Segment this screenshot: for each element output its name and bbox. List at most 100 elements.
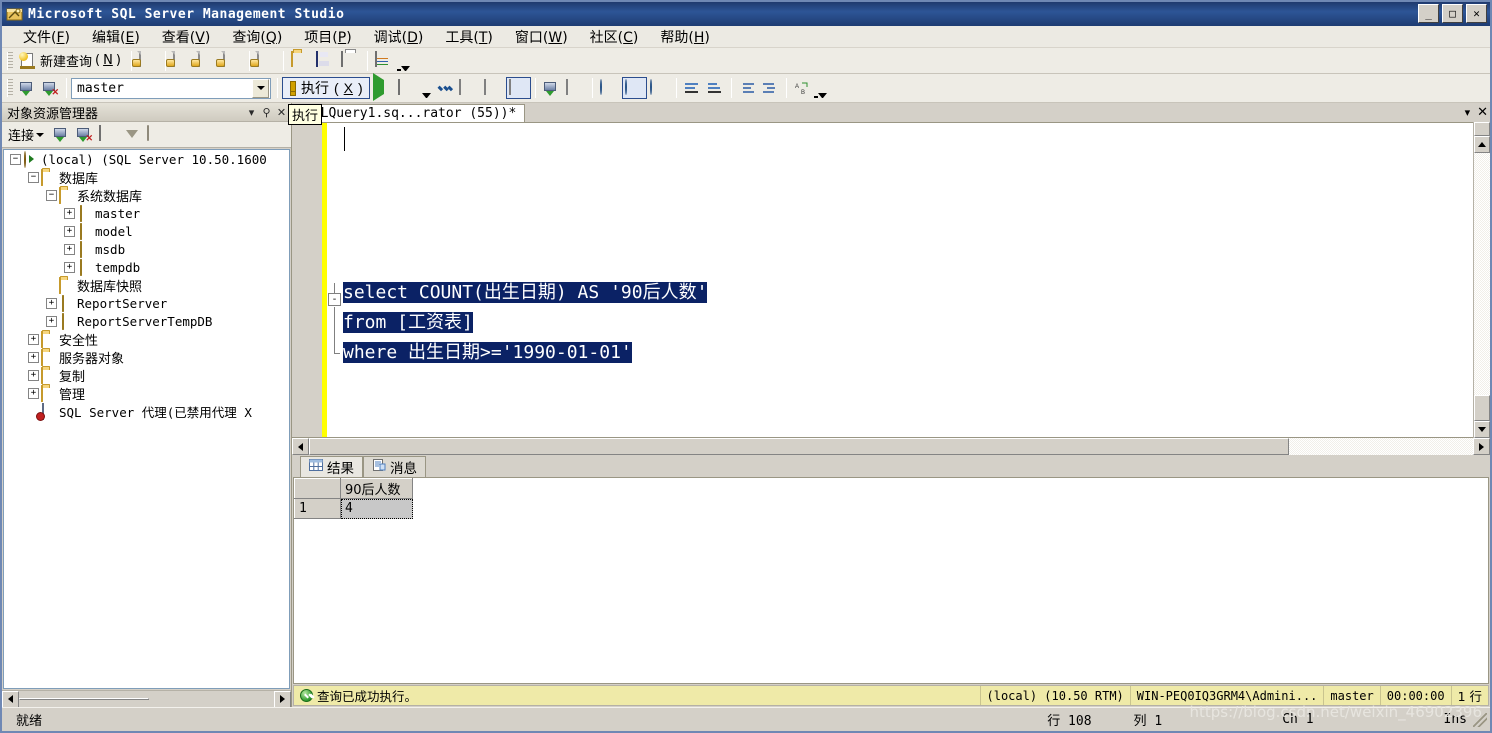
- window-position-icon[interactable]: ▾: [244, 106, 259, 119]
- refresh-button[interactable]: [144, 124, 169, 146]
- code-line-3[interactable]: where 出生日期>='1990-01-01': [343, 338, 1473, 368]
- menu-item-window[interactable]: 窗口(W): [504, 25, 579, 49]
- connect-button[interactable]: [16, 77, 39, 99]
- toolbar-grip[interactable]: [7, 79, 13, 97]
- resize-grip[interactable]: [1473, 712, 1487, 727]
- tab-messages[interactable]: 消息: [363, 456, 426, 477]
- expand-icon[interactable]: +: [64, 261, 75, 273]
- expand-icon[interactable]: +: [28, 369, 39, 381]
- menu-item-help[interactable]: 帮助(H): [649, 25, 720, 49]
- scroll-left-button[interactable]: [292, 438, 309, 455]
- menu-item-tools[interactable]: 工具(T): [434, 25, 504, 49]
- editor-hscrollbar[interactable]: [292, 438, 1490, 455]
- toolbar-overflow-button-left[interactable]: [420, 77, 433, 99]
- toolbar-grip[interactable]: [7, 51, 13, 70]
- hscroll-track[interactable]: [1289, 438, 1473, 455]
- increase-indent-button[interactable]: [759, 77, 782, 99]
- auto-hide-pin-icon[interactable]: ⚲: [259, 106, 274, 119]
- table-row[interactable]: 14: [294, 498, 413, 519]
- scroll-up-button[interactable]: [1474, 136, 1490, 153]
- selection-margin[interactable]: [292, 123, 322, 437]
- expand-icon[interactable]: +: [64, 207, 75, 219]
- tree-item--[interactable]: − 系统数据库: [4, 186, 289, 205]
- results-to-text-button[interactable]: [597, 77, 622, 99]
- collapse-icon[interactable]: −: [46, 189, 57, 201]
- tab-list-dropdown-icon[interactable]: ▾: [1465, 106, 1471, 119]
- minimize-button[interactable]: _: [1418, 4, 1439, 23]
- sql-editor[interactable]: - select COUNT(出生日期) AS '90后人数' from [工资表…: [292, 122, 1473, 438]
- menu-item-debug[interactable]: 调试(D): [363, 25, 435, 49]
- result-cell-0[interactable]: 4: [340, 498, 413, 519]
- menu-item-query[interactable]: 查询(Q): [221, 25, 293, 49]
- toolbar-overflow-button[interactable]: [396, 50, 410, 72]
- menu-item-view[interactable]: 查看(V): [151, 25, 222, 49]
- code-line-1[interactable]: select COUNT(出生日期) AS '90后人数': [343, 278, 1473, 308]
- object-explorer-hscrollbar[interactable]: [2, 690, 291, 708]
- debug-button[interactable]: [370, 72, 395, 101]
- expand-icon[interactable]: +: [46, 315, 57, 327]
- scroll-left-button[interactable]: [2, 690, 19, 708]
- tree-item--[interactable]: + 服务器对象: [4, 348, 289, 367]
- expand-icon[interactable]: +: [28, 387, 39, 399]
- hscroll-thumb[interactable]: [19, 698, 149, 700]
- chevron-down-icon[interactable]: [252, 78, 269, 98]
- close-button[interactable]: ✕: [1466, 4, 1487, 23]
- filter-button[interactable]: [121, 124, 144, 146]
- tree-item--[interactable]: − 数据库: [4, 168, 289, 187]
- row-number-cell[interactable]: 1: [294, 498, 341, 519]
- toolbar-overflow-button[interactable]: [813, 77, 827, 99]
- row-number-header[interactable]: [294, 478, 341, 499]
- print-button[interactable]: [338, 50, 363, 72]
- save-button[interactable]: [313, 50, 338, 72]
- tree-item--[interactable]: 数据库快照: [4, 276, 289, 295]
- menu-item-file[interactable]: 文件(F): [12, 25, 81, 49]
- column-header-0[interactable]: 90后人数: [340, 478, 413, 499]
- tree-item-sql-server-x[interactable]: SQL Server 代理(已禁用代理 X: [4, 402, 289, 420]
- chevron-down-icon[interactable]: [36, 132, 45, 137]
- activity-monitor-button[interactable]: [372, 50, 397, 72]
- expand-icon[interactable]: +: [28, 333, 39, 345]
- find-replace-button[interactable]: AB: [791, 77, 814, 99]
- tab-results[interactable]: 结果: [300, 456, 363, 477]
- include-client-statistics-button[interactable]: [563, 77, 588, 99]
- vscroll-thumb[interactable]: [1474, 395, 1490, 421]
- new-project-button[interactable]: [249, 50, 279, 72]
- object-explorer-tree[interactable]: − (local) (SQL Server 10.50.1600− 数据库 − 系统数据…: [3, 149, 290, 689]
- new-file-button[interactable]: [131, 50, 161, 72]
- expand-icon[interactable]: +: [64, 243, 75, 255]
- close-icon[interactable]: ✕: [274, 106, 289, 119]
- editor-vscrollbar[interactable]: [1473, 122, 1490, 438]
- close-icon[interactable]: ✕: [1477, 104, 1488, 120]
- split-window-handle[interactable]: [1474, 122, 1490, 136]
- disconnect-server-button[interactable]: ✕: [73, 124, 96, 146]
- scroll-down-button[interactable]: [1474, 421, 1490, 438]
- tree-item-msdb[interactable]: + msdb: [4, 240, 289, 258]
- tree-item-reportservertempdb[interactable]: + ReportServerTempDB: [4, 312, 289, 330]
- code-text-area[interactable]: select COUNT(出生日期) AS '90后人数' from [工资表] w…: [343, 123, 1473, 437]
- open-file-button[interactable]: [288, 50, 313, 72]
- scroll-right-button[interactable]: [274, 690, 291, 708]
- uncomment-button[interactable]: [704, 77, 727, 99]
- tree-item-model[interactable]: + model: [4, 222, 289, 240]
- code-line-2[interactable]: from [工资表]: [343, 308, 1473, 338]
- maximize-button[interactable]: □: [1442, 4, 1463, 23]
- tree-item-reportserver[interactable]: + ReportServer: [4, 294, 289, 312]
- vscroll-track[interactable]: [1474, 153, 1490, 395]
- decrease-indent-button[interactable]: [736, 77, 759, 99]
- expand-icon[interactable]: +: [46, 297, 57, 309]
- new-query-button[interactable]: 新建查询(N): [16, 50, 127, 72]
- database-selector[interactable]: master: [71, 77, 271, 99]
- expand-icon[interactable]: +: [64, 225, 75, 237]
- document-tab-sqlquery1[interactable]: SQLQuery1.sq...rator (55))*: [296, 104, 526, 122]
- connect-server-button[interactable]: [50, 124, 73, 146]
- results-grid[interactable]: 90后人数 14: [293, 477, 1489, 684]
- outlining-margin[interactable]: -: [327, 123, 343, 437]
- include-actual-plan-button[interactable]: [540, 77, 563, 99]
- tree-item--local-sql-server-10-50-1600[interactable]: − (local) (SQL Server 10.50.1600: [4, 150, 289, 168]
- menu-item-project[interactable]: 项目(P): [293, 25, 362, 49]
- expand-icon[interactable]: +: [28, 351, 39, 363]
- new-xmla-query-button[interactable]: [215, 50, 245, 72]
- query-options-button[interactable]: [481, 77, 506, 99]
- collapse-icon[interactable]: −: [10, 153, 21, 165]
- hscroll-thumb[interactable]: [309, 438, 1289, 455]
